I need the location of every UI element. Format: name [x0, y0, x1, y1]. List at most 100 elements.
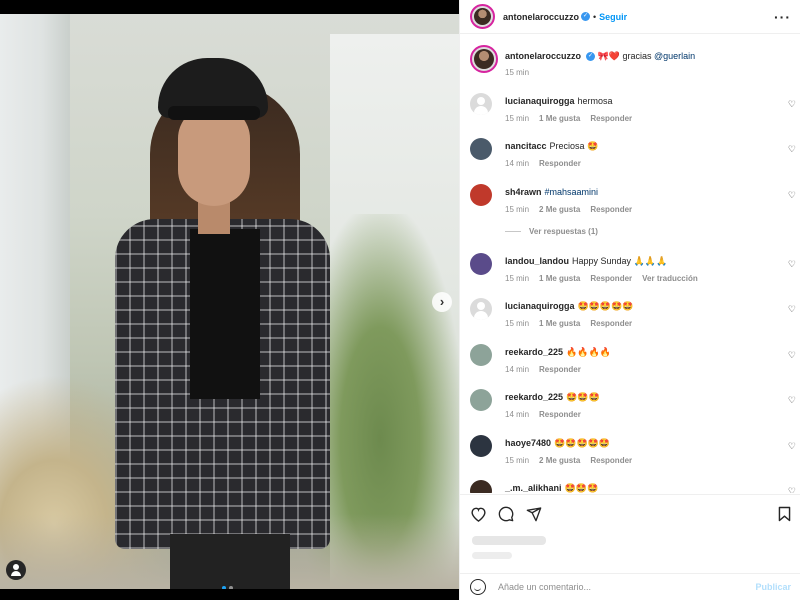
comment-text: nancitacc Preciosa 🤩	[505, 141, 598, 152]
header-separator: •	[593, 11, 597, 22]
commenter-avatar[interactable]	[470, 435, 492, 457]
comment-time[interactable]: 15 min	[505, 205, 529, 214]
comments-list[interactable]: antonelaroccuzzo ✓ 🎀❤️ gracias @guerlain …	[460, 35, 800, 493]
comment-time[interactable]: 15 min	[505, 456, 529, 465]
comment-text: lucianaquirogga hermosa	[505, 96, 613, 106]
reply-button[interactable]: Responder	[539, 365, 581, 374]
see-translation-button[interactable]: Ver traducción	[642, 274, 698, 283]
reply-button[interactable]: Responder	[590, 456, 632, 465]
comment-likes[interactable]: 1 Me gusta	[539, 274, 580, 283]
commenter-avatar[interactable]	[470, 93, 492, 115]
comment-input[interactable]	[498, 582, 756, 592]
comment-username[interactable]: landou_landou	[505, 256, 569, 266]
commenter-avatar[interactable]	[470, 253, 492, 275]
comment-likes[interactable]: 1 Me gusta	[539, 319, 580, 328]
post-actions-bar	[460, 494, 800, 534]
photo-legs	[170, 534, 290, 589]
post-header: antonelaroccuzzo ✓ • Seguir ···	[460, 0, 800, 34]
comment-text: reekardo_225 🔥🔥🔥🔥	[505, 347, 611, 358]
comment-meta: 14 min Responder	[505, 410, 591, 419]
comment-meta: 15 min 2 Me gusta Responder	[505, 456, 642, 465]
caption-avatar[interactable]	[470, 45, 498, 73]
comment-username[interactable]: lucianaquirogga	[505, 96, 575, 106]
commenter-avatar[interactable]	[470, 480, 492, 493]
commenter-avatar[interactable]	[470, 389, 492, 411]
author-avatar[interactable]	[470, 4, 495, 29]
comment-time[interactable]: 15 min	[505, 114, 529, 123]
comment-likes[interactable]: 2 Me gusta	[539, 456, 580, 465]
more-options-icon[interactable]: ···	[774, 9, 791, 25]
comment-username[interactable]: reekardo_225	[505, 392, 563, 402]
like-comment-heart-icon[interactable]: ♡	[788, 350, 796, 361]
media-panel: ›	[0, 0, 459, 600]
comment-text: reekardo_225 🤩🤩🤩	[505, 392, 600, 403]
media-top-bar	[0, 0, 459, 14]
comment-text: landou_landou Happy Sunday 🙏🙏🙏	[505, 256, 667, 267]
post-photo[interactable]	[0, 14, 459, 589]
bookmark-icon[interactable]	[778, 506, 791, 526]
comment-username[interactable]: haoye7480	[505, 438, 551, 448]
likes-count-blurred	[472, 536, 546, 545]
caption-time[interactable]: 15 min	[505, 68, 529, 77]
comment-time[interactable]: 14 min	[505, 410, 529, 419]
comment-likes[interactable]: 2 Me gusta	[539, 205, 580, 214]
caption-body: gracias	[622, 51, 652, 61]
author-username[interactable]: antonelaroccuzzo	[503, 12, 579, 22]
view-replies-button[interactable]: Ver respuestas (1)	[505, 227, 598, 236]
commenter-avatar[interactable]	[470, 138, 492, 160]
comment-username[interactable]: nancitacc	[505, 141, 547, 151]
comment-likes[interactable]: 1 Me gusta	[539, 114, 580, 123]
comment-username[interactable]: lucianaquirogga	[505, 301, 575, 311]
reply-button[interactable]: Responder	[590, 114, 632, 123]
like-comment-heart-icon[interactable]: ♡	[788, 441, 796, 452]
comment-time[interactable]: 15 min	[505, 319, 529, 328]
like-comment-heart-icon[interactable]: ♡	[788, 304, 796, 315]
like-comment-heart-icon[interactable]: ♡	[788, 99, 796, 110]
post-header-info: antonelaroccuzzo ✓ • Seguir	[503, 12, 627, 22]
comment-text: lucianaquirogga 🤩🤩🤩🤩🤩	[505, 301, 634, 312]
comment-body: 🤩🤩🤩	[564, 483, 599, 493]
comment-icon[interactable]	[498, 506, 514, 526]
reply-button[interactable]: Responder	[590, 274, 632, 283]
comment-meta: 15 min 2 Me gusta Responder	[505, 205, 642, 214]
commenter-avatar[interactable]	[470, 298, 492, 320]
verified-badge-icon: ✓	[586, 52, 596, 62]
caption-mention[interactable]: @guerlain	[654, 51, 695, 61]
caption-author[interactable]: antonelaroccuzzo	[505, 51, 581, 61]
comment-text: haoye7480 🤩🤩🤩🤩🤩	[505, 438, 610, 449]
like-comment-heart-icon[interactable]: ♡	[788, 144, 796, 155]
like-comment-heart-icon[interactable]: ♡	[788, 190, 796, 201]
commenter-avatar[interactable]	[470, 184, 492, 206]
comment-hashtag[interactable]: #mahsaamini	[545, 187, 599, 197]
heart-icon[interactable]	[470, 506, 487, 526]
emoji-icon[interactable]	[470, 579, 486, 595]
reply-button[interactable]: Responder	[590, 319, 632, 328]
comment-username[interactable]: _.m._alikhani	[505, 483, 562, 493]
comment-text: sh4rawn #mahsaamini	[505, 187, 598, 197]
comment-time[interactable]: 14 min	[505, 159, 529, 168]
post-modal: › antonelaroccuzzo ✓ • Seguir ··· antone…	[0, 0, 800, 600]
photo-face	[178, 106, 250, 206]
like-comment-heart-icon[interactable]: ♡	[788, 259, 796, 270]
comment-time[interactable]: 15 min	[505, 274, 529, 283]
caption-text: antonelaroccuzzo ✓ 🎀❤️ gracias @guerlain	[505, 51, 695, 62]
send-icon[interactable]	[526, 506, 542, 526]
comment-username[interactable]: sh4rawn	[505, 187, 542, 197]
publish-button[interactable]: Publicar	[755, 582, 791, 592]
comment-meta: 15 min 1 Me gusta Responder Ver traducción	[505, 274, 708, 283]
reply-button[interactable]: Responder	[590, 205, 632, 214]
user-tag-icon[interactable]	[6, 560, 26, 580]
like-comment-heart-icon[interactable]: ♡	[788, 486, 796, 493]
commenter-avatar[interactable]	[470, 344, 492, 366]
comment-body: 🤩🤩🤩🤩🤩	[554, 438, 611, 448]
reply-button[interactable]: Responder	[539, 410, 581, 419]
comment-time[interactable]: 14 min	[505, 365, 529, 374]
post-date-blurred	[472, 552, 512, 559]
like-comment-heart-icon[interactable]: ♡	[788, 395, 796, 406]
follow-button[interactable]: Seguir	[599, 12, 627, 22]
next-arrow-icon[interactable]: ›	[432, 292, 452, 312]
comment-username[interactable]: reekardo_225	[505, 347, 563, 357]
reply-button[interactable]: Responder	[539, 159, 581, 168]
caption-meta: 15 min	[505, 68, 539, 77]
comment-body: hermosa	[577, 96, 613, 106]
